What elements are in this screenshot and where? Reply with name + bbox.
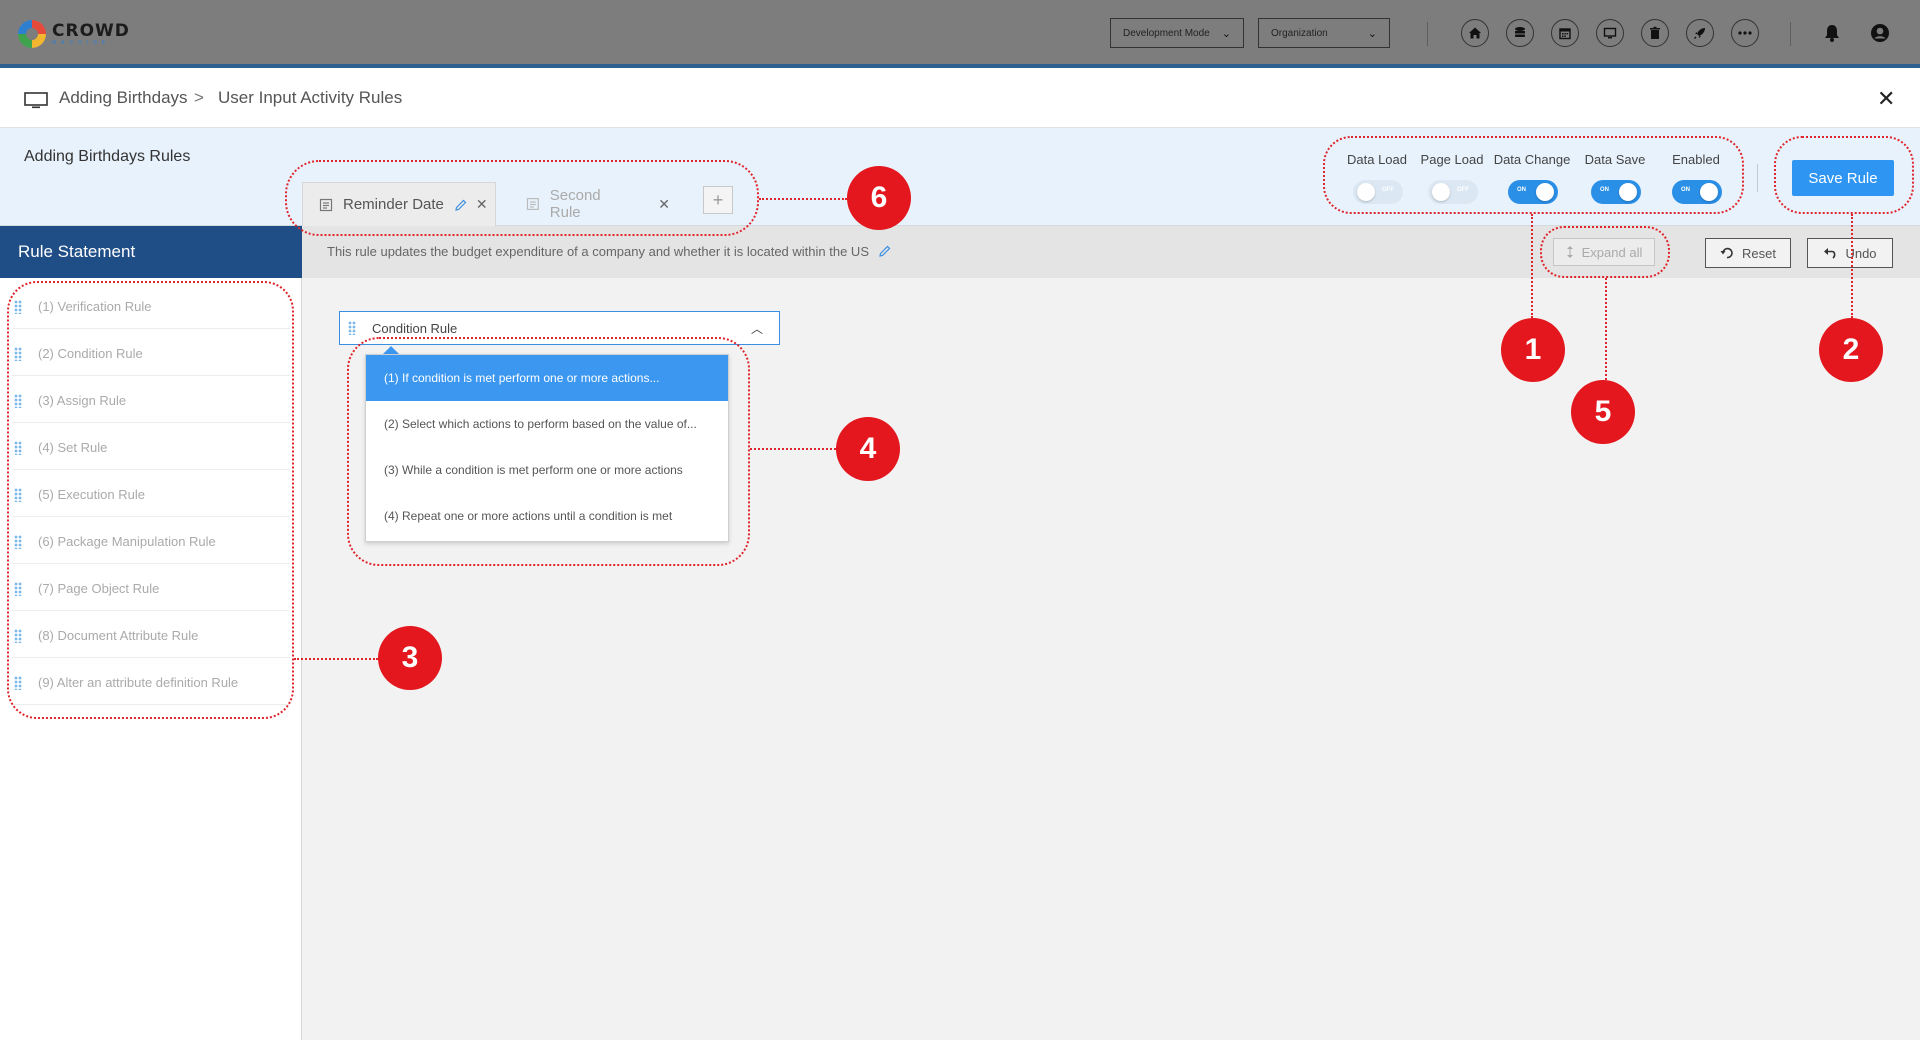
logo-subtext: MACHINE (52, 39, 111, 46)
annotation-marker-5: 5 (1571, 380, 1635, 444)
annotation-marker-2: 2 (1819, 318, 1883, 382)
breadcrumb-item: User Input Activity Rules (218, 88, 403, 107)
annotation-outline-expand (1540, 226, 1670, 278)
annotation-connector (1531, 214, 1533, 318)
close-icon[interactable]: ✕ (1877, 86, 1895, 112)
reset-button[interactable]: Reset (1705, 238, 1791, 268)
reset-icon (1720, 247, 1733, 259)
database-icon[interactable] (1506, 19, 1534, 47)
condition-rule-value: Condition Rule (372, 320, 458, 336)
annotation-outline-save (1774, 136, 1914, 214)
reset-label: Reset (1742, 245, 1776, 261)
home-icon[interactable] (1461, 19, 1489, 47)
edit-icon[interactable] (878, 244, 892, 258)
organization-select[interactable]: Organization ⌄ (1258, 18, 1390, 48)
rocket-icon[interactable] (1686, 19, 1714, 47)
user-icon[interactable] (1866, 19, 1894, 47)
top-navigation-bar: CROWD MACHINE Development Mode ⌄ Organiz… (0, 0, 1920, 68)
annotation-marker-4: 4 (836, 417, 900, 481)
bell-icon[interactable] (1818, 19, 1846, 47)
rule-statement-heading: Rule Statement (0, 226, 302, 278)
rules-title: Adding Birthdays Rules (24, 148, 191, 165)
monitor-icon (24, 92, 48, 114)
header-divider (1757, 164, 1758, 192)
annotation-marker-6: 6 (847, 166, 911, 230)
calendar-icon[interactable] (1551, 19, 1579, 47)
organization-select-value: Organization (1271, 27, 1328, 39)
annotation-connector (1605, 278, 1607, 380)
topbar-divider (1427, 22, 1428, 46)
annotation-outline-tabs (285, 160, 759, 236)
drag-handle-icon[interactable] (348, 321, 356, 335)
logo-text: CROWD (52, 20, 130, 41)
mode-select[interactable]: Development Mode ⌄ (1110, 18, 1244, 48)
chevron-up-icon[interactable]: ︿ (751, 320, 763, 337)
more-icon[interactable] (1731, 19, 1759, 47)
annotation-connector (759, 198, 847, 200)
topbar-divider (1790, 22, 1791, 46)
monitor-icon[interactable] (1596, 19, 1624, 47)
annotation-marker-1: 1 (1501, 318, 1565, 382)
annotation-outline-dropdown (347, 337, 750, 566)
crowd-machine-logo[interactable]: CROWD MACHINE (18, 20, 130, 48)
chevron-down-icon: ⌄ (1367, 27, 1377, 40)
annotation-outline-sidebar (7, 281, 294, 719)
mode-select-value: Development Mode (1123, 27, 1210, 39)
annotation-outline-toggles (1323, 136, 1744, 214)
rule-description: This rule updates the budget expenditure… (327, 244, 869, 259)
annotation-connector (750, 448, 836, 450)
breadcrumb-separator: > (194, 88, 204, 107)
chevron-down-icon: ⌄ (1221, 27, 1231, 40)
trash-icon[interactable] (1641, 19, 1669, 47)
annotation-connector (1851, 214, 1853, 318)
logo-mark-icon (18, 20, 46, 48)
undo-button[interactable]: Undo (1807, 238, 1893, 268)
undo-icon (1824, 248, 1836, 259)
annotation-marker-3: 3 (378, 626, 442, 690)
breadcrumb-item[interactable]: Adding Birthdays (59, 88, 188, 108)
annotation-connector (294, 658, 378, 660)
